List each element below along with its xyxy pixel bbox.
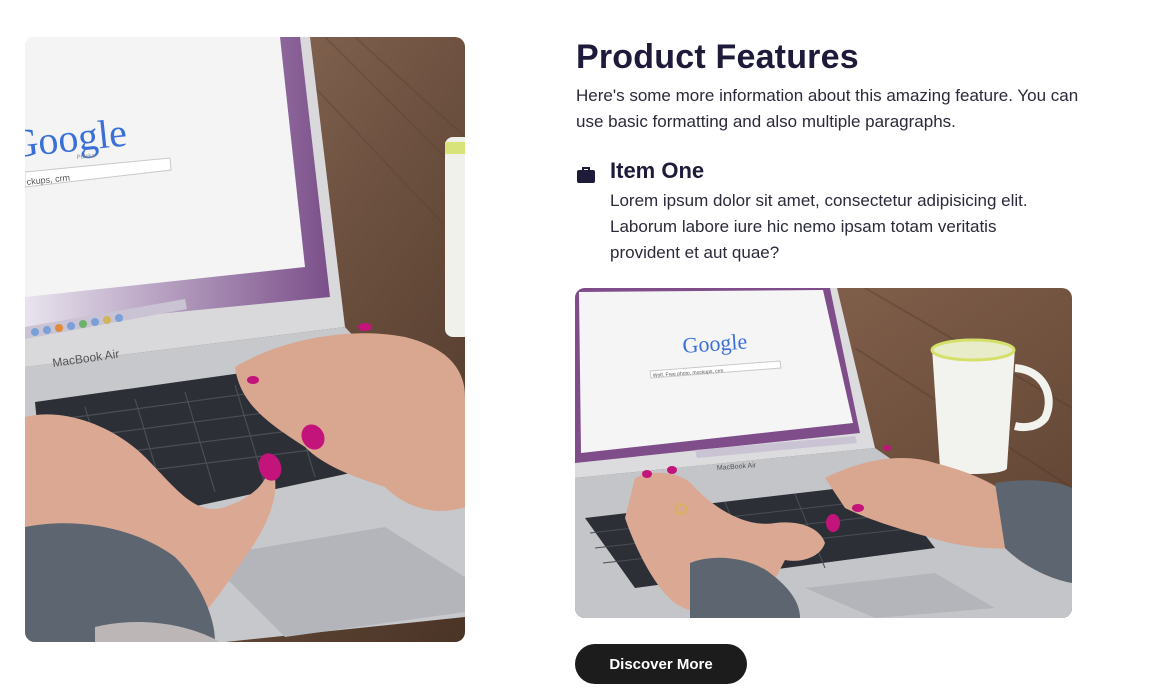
feature-title: Item One xyxy=(610,158,705,183)
feature-photo-small: Google Wolf, Free photo, mockups, crm Ma… xyxy=(575,288,1072,618)
laptop-photo-graphic: Google Polska ckups, crm MacBook Air xyxy=(25,37,465,642)
section-title: Product Features xyxy=(576,38,859,76)
laptop-photo-graphic-small: Google Wolf, Free photo, mockups, crm Ma… xyxy=(575,288,1072,618)
briefcase-icon xyxy=(577,167,595,183)
discover-more-button[interactable]: Discover More xyxy=(575,644,747,684)
feature-description: Lorem ipsum dolor sit amet, consectetur … xyxy=(610,191,1028,262)
search-brand-small: Google xyxy=(682,329,748,358)
feature-photo-large: Google Polska ckups, crm MacBook Air xyxy=(25,37,465,642)
section-intro: Here's some more information about this … xyxy=(576,86,1079,131)
